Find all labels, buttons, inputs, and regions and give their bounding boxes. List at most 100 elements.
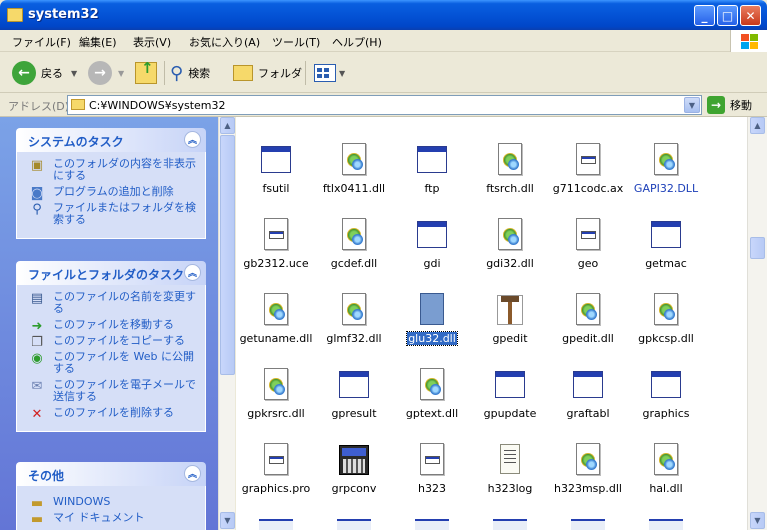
collapse-chevron-icon[interactable]: ︽: [184, 131, 201, 148]
task-pane-scrollbar[interactable]: ▲ ▼: [218, 117, 235, 530]
task-hide-folder-contents[interactable]: ▣ このフォルダの内容を非表示にする: [29, 158, 199, 182]
file-item[interactable]: hal.dll: [627, 443, 705, 495]
menu-file[interactable]: ファイル(F): [12, 34, 71, 50]
file-item[interactable]: gpresult: [315, 368, 393, 420]
place-my-documents[interactable]: ▬ マイ ドキュメント: [29, 511, 199, 528]
programs-icon: ◙: [30, 186, 44, 201]
file-partial-icon: [259, 519, 293, 530]
file-item[interactable]: glu32.dll: [393, 293, 471, 346]
search-button[interactable]: ⚲ 検索: [170, 60, 210, 86]
forward-dropdown-icon[interactable]: ▼: [118, 69, 124, 78]
go-button[interactable]: → 移動: [707, 96, 752, 114]
file-name: gpresult: [331, 407, 377, 420]
file-name: gpedit.dll: [562, 332, 614, 345]
address-input[interactable]: C:¥WINDOWS¥system32 ▼: [67, 95, 702, 115]
file-dll-icon: [649, 293, 683, 327]
file-item[interactable]: ftp: [393, 143, 471, 195]
menu-edit[interactable]: 編集(E): [79, 34, 117, 50]
task-copy-file[interactable]: ❐ このファイルをコピーする: [29, 335, 199, 351]
task-label: ファイルまたはフォルダを検索する: [53, 201, 196, 226]
file-item[interactable]: grpconv: [315, 443, 393, 495]
address-dropdown-button[interactable]: ▼: [684, 97, 700, 113]
task-email-file[interactable]: ✉ このファイルを電子メールで送信する: [29, 379, 199, 403]
file-item[interactable]: gdi32.dll: [471, 218, 549, 270]
other-places-header[interactable]: その他 ︽: [16, 462, 206, 486]
file-name: graphics.pro: [241, 482, 311, 495]
file-folder-tasks-header[interactable]: ファイルとフォルダのタスク ︽: [16, 261, 206, 285]
back-button[interactable]: ← 戻る ▼: [12, 60, 77, 86]
scroll-up-button[interactable]: ▲: [750, 117, 765, 134]
file-item[interactable]: gpkrsrc.dll: [237, 368, 315, 420]
collapse-chevron-icon[interactable]: ︽: [184, 465, 201, 482]
folders-label: フォルダ: [258, 67, 302, 80]
back-arrow-icon: ←: [12, 61, 36, 85]
system-tasks-header[interactable]: システムのタスク ︽: [16, 128, 206, 152]
menu-favorites[interactable]: お気に入り(A): [189, 34, 260, 50]
place-windows[interactable]: ▬ WINDOWS: [29, 496, 199, 512]
task-delete-file[interactable]: ✕ このファイルを削除する: [29, 407, 199, 423]
file-partial-icon: [415, 519, 449, 530]
task-rename-file[interactable]: ▤ このファイルの名前を変更する: [29, 291, 199, 315]
scroll-thumb[interactable]: [750, 237, 765, 259]
file-item[interactable]: getuname.dll: [237, 293, 315, 345]
up-folder-button[interactable]: ↑: [135, 59, 157, 86]
title-bar[interactable]: system32 _ □ ✕: [0, 0, 767, 30]
file-item[interactable]: gptext.dll: [393, 368, 471, 420]
task-publish-web[interactable]: ◉ このファイルを Web に公開する: [29, 351, 199, 375]
file-uce-icon: [259, 443, 293, 477]
file-list-scrollbar[interactable]: ▲ ▼: [747, 117, 767, 530]
toolbar: ← 戻る ▼ → ▼ ↑ ⚲ 検索 フォルダ ▼: [0, 53, 767, 93]
file-name: gptext.dll: [405, 407, 459, 420]
file-item[interactable]: gpupdate: [471, 368, 549, 420]
menu-tools[interactable]: ツール(T): [272, 34, 320, 50]
file-item[interactable]: fsutil: [237, 143, 315, 195]
folder-icon: ▬: [30, 512, 44, 527]
file-item[interactable]: gpedit: [471, 293, 549, 345]
file-item[interactable]: gpedit.dll: [549, 293, 627, 345]
file-item[interactable]: GAPI32.DLL: [627, 143, 705, 195]
folders-button[interactable]: フォルダ: [233, 60, 302, 86]
system-tasks-body: ▣ このフォルダの内容を非表示にする ◙ プログラムの追加と削除 ⚲ ファイルま…: [16, 152, 206, 239]
file-name: ftlx0411.dll: [322, 182, 386, 195]
forward-arrow-icon: →: [88, 61, 112, 85]
file-item[interactable]: gb2312.uce: [237, 218, 315, 270]
views-button[interactable]: ▼: [314, 60, 345, 86]
file-item[interactable]: geo: [549, 218, 627, 270]
menu-view[interactable]: 表示(V): [133, 34, 171, 50]
back-dropdown-icon[interactable]: ▼: [71, 69, 77, 78]
file-item[interactable]: ftsrch.dll: [471, 143, 549, 195]
file-item[interactable]: gcdef.dll: [315, 218, 393, 270]
file-item[interactable]: h323msp.dll: [549, 443, 627, 495]
file-item[interactable]: graftabl: [549, 368, 627, 420]
file-name: gpkcsp.dll: [638, 332, 694, 345]
place-label: マイ ドキュメント: [53, 511, 145, 524]
scroll-down-button[interactable]: ▼: [220, 512, 235, 529]
close-button[interactable]: ✕: [740, 5, 761, 26]
scroll-up-button[interactable]: ▲: [220, 117, 235, 134]
task-add-remove-programs[interactable]: ◙ プログラムの追加と削除: [29, 186, 199, 202]
task-search-files[interactable]: ⚲ ファイルまたはフォルダを検索する: [29, 202, 199, 226]
file-item[interactable]: getmac: [627, 218, 705, 270]
file-item[interactable]: graphics: [627, 368, 705, 420]
menu-help[interactable]: ヘルプ(H): [332, 34, 382, 50]
task-move-file[interactable]: ➜ このファイルを移動する: [29, 319, 199, 335]
maximize-button[interactable]: □: [717, 5, 738, 26]
file-item[interactable]: graphics.pro: [237, 443, 315, 495]
minimize-button[interactable]: _: [694, 5, 715, 26]
file-item[interactable]: h323: [393, 443, 471, 495]
file-item[interactable]: g711codc.ax: [549, 143, 627, 195]
file-item[interactable]: h323log: [471, 443, 549, 495]
file-item[interactable]: glmf32.dll: [315, 293, 393, 345]
address-label: アドレス(D): [8, 100, 70, 113]
views-dropdown-icon[interactable]: ▼: [339, 69, 345, 78]
file-item[interactable]: ftlx0411.dll: [315, 143, 393, 195]
file-item[interactable]: gpkcsp.dll: [627, 293, 705, 345]
up-folder-icon: ↑: [135, 59, 157, 84]
scroll-thumb[interactable]: [220, 135, 235, 375]
file-exe-icon: [493, 368, 527, 402]
file-folder-tasks-title: ファイルとフォルダのタスク: [28, 268, 185, 282]
scroll-down-button[interactable]: ▼: [750, 512, 765, 529]
forward-button[interactable]: → ▼: [88, 60, 124, 86]
file-item[interactable]: gdi: [393, 218, 471, 270]
collapse-chevron-icon[interactable]: ︽: [184, 264, 201, 281]
